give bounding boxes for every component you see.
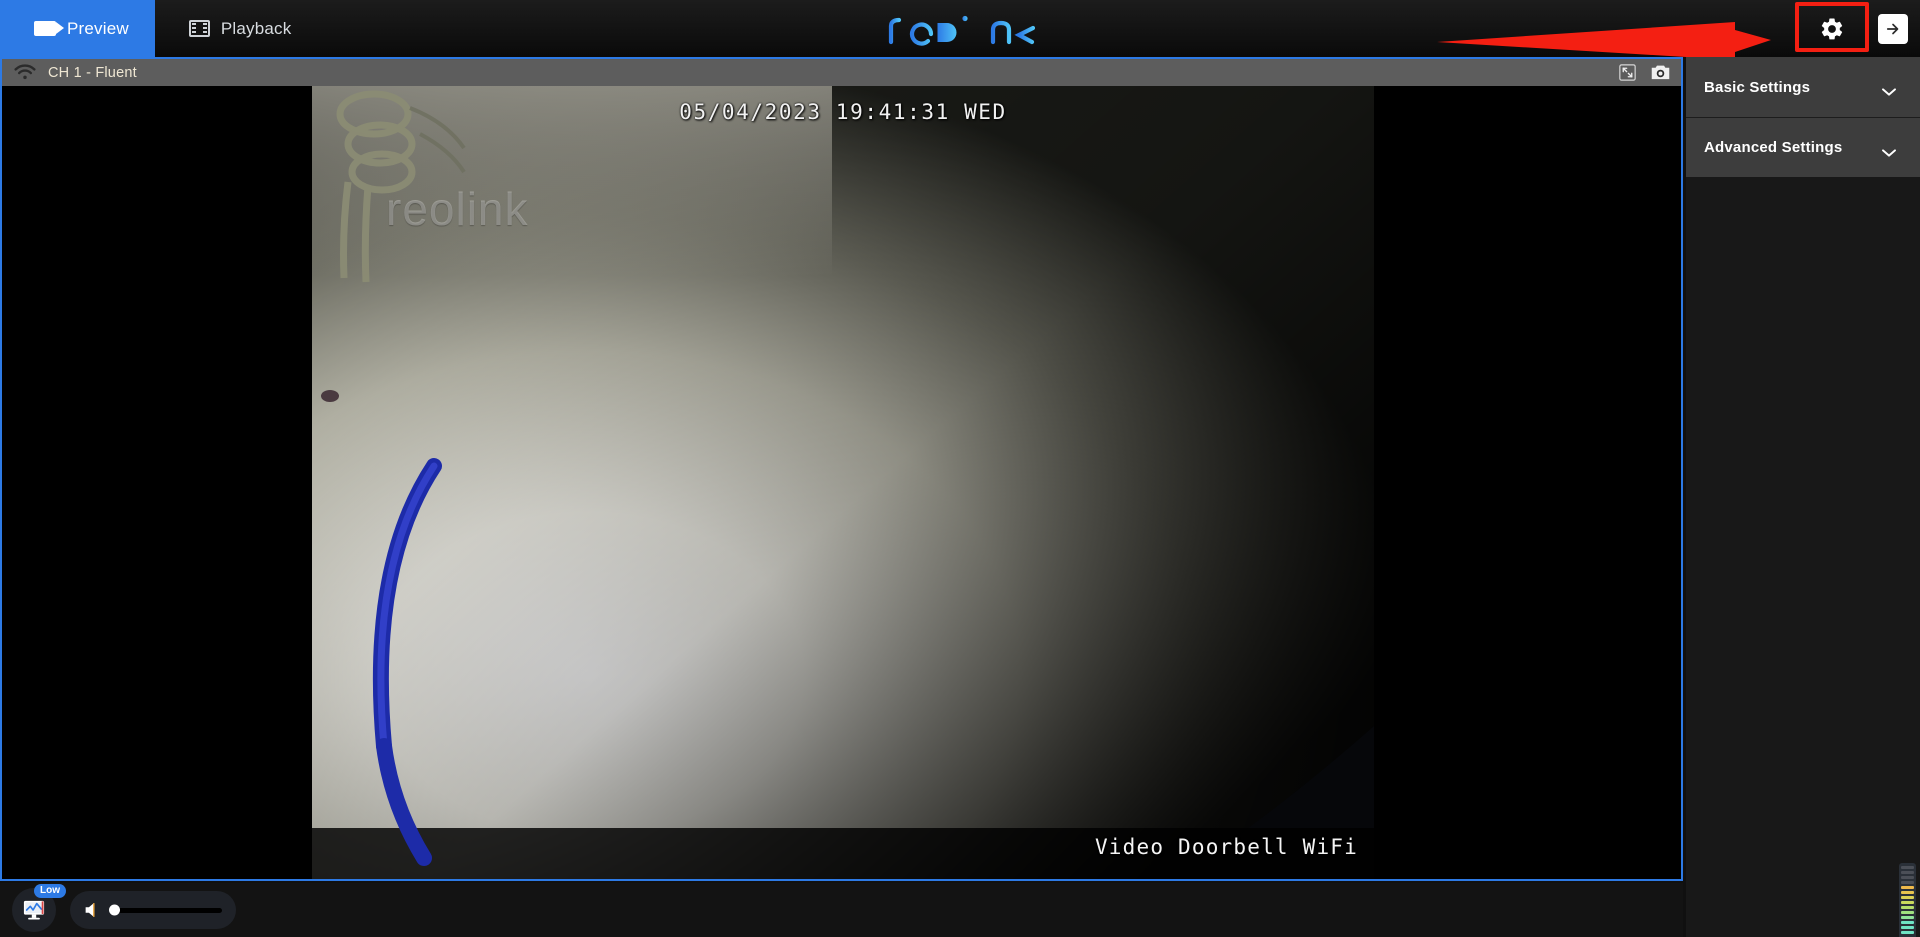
topbar-actions bbox=[1795, 0, 1908, 57]
camera-icon bbox=[34, 21, 64, 36]
tab-preview[interactable]: Preview bbox=[0, 0, 155, 57]
tab-preview-label: Preview bbox=[67, 18, 129, 38]
video-watermark: reolink bbox=[386, 183, 529, 235]
reolink-web-client: Preview Playback CH 1 - Fluent reolink 0… bbox=[0, 0, 1920, 937]
volume-slider-track[interactable] bbox=[109, 904, 222, 916]
volume-slider-thumb[interactable] bbox=[109, 904, 120, 916]
fullscreen-icon[interactable] bbox=[1617, 63, 1638, 83]
exit-arrow-icon bbox=[1886, 23, 1899, 34]
video-feed[interactable]: reolink 05/04/2023 19:41:31 WED Video Do… bbox=[312, 86, 1374, 879]
sidebar-item-advanced-settings[interactable]: Advanced Settings bbox=[1686, 117, 1920, 177]
bandwidth-button[interactable]: Low bbox=[12, 884, 66, 932]
tab-playback-label: Playback bbox=[220, 18, 292, 38]
top-navigation-bar: Preview Playback bbox=[0, 0, 1920, 57]
settings-button[interactable] bbox=[1795, 1, 1869, 52]
bottom-toolbar: Low bbox=[0, 883, 1683, 937]
audio-level-meter bbox=[1899, 863, 1916, 937]
video-device-name: Video Doorbell WiFi bbox=[1094, 835, 1358, 859]
video-timestamp: 05/04/2023 19:41:31 WED bbox=[679, 100, 1007, 124]
sidebar-item-advanced-settings-label: Advanced Settings bbox=[1704, 139, 1843, 156]
channel-label: CH 1 - Fluent bbox=[48, 64, 137, 81]
wifi-icon bbox=[14, 64, 36, 81]
tab-playback[interactable]: Playback bbox=[155, 0, 318, 57]
film-icon bbox=[188, 20, 210, 37]
speaker-icon[interactable] bbox=[82, 900, 102, 920]
sidebar-item-basic-settings-label: Basic Settings bbox=[1704, 78, 1811, 96]
sidebar-item-basic-settings[interactable]: Basic Settings bbox=[1686, 57, 1920, 117]
camera-snapshot-icon[interactable] bbox=[1650, 63, 1671, 83]
exit-button[interactable] bbox=[1878, 13, 1908, 44]
monitor-bandwidth-icon bbox=[23, 900, 45, 920]
chevron-down-icon bbox=[1882, 83, 1896, 96]
settings-sidebar: Basic Settings Advanced Settings bbox=[1686, 57, 1920, 937]
channel-strip: CH 1 - Fluent bbox=[2, 59, 1681, 86]
chevron-down-icon bbox=[1882, 144, 1896, 157]
video-stage: CH 1 - Fluent reolink 05/04/2023 19:41:3… bbox=[0, 57, 1683, 881]
gear-icon bbox=[1821, 18, 1843, 39]
volume-control[interactable] bbox=[70, 891, 236, 929]
bandwidth-badge: Low bbox=[34, 884, 66, 898]
